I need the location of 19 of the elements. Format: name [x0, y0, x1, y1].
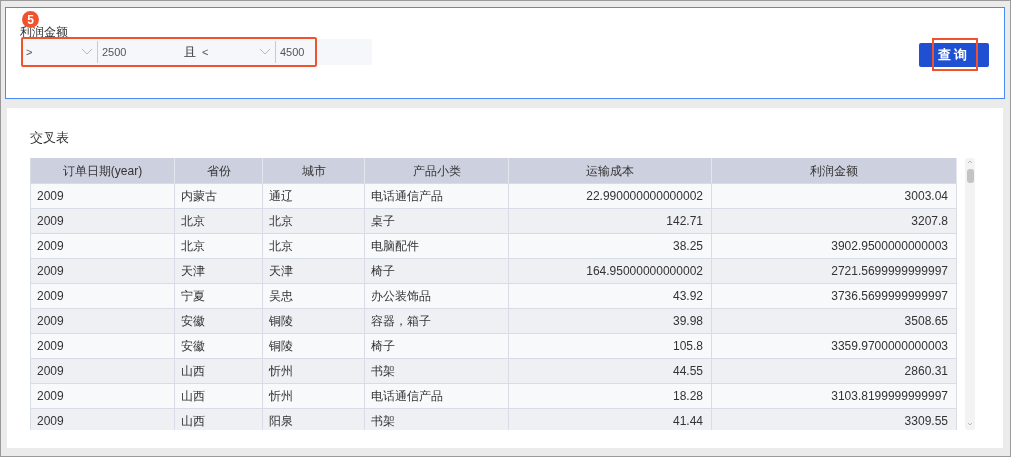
table-title: 交叉表 [30, 129, 70, 147]
scrollbar[interactable] [965, 158, 975, 430]
operator-select[interactable]: > [24, 41, 98, 63]
table-cell: 3309.55 [712, 409, 957, 430]
scroll-up-icon[interactable] [967, 160, 973, 164]
table-cell: 阳泉 [263, 409, 365, 430]
table-cell: 41.44 [509, 409, 712, 430]
chevron-down-icon [81, 48, 93, 56]
min-value-field[interactable]: 2500 [98, 41, 184, 63]
query-button[interactable]: 查询 [919, 43, 989, 67]
table-cell: 2009 [31, 409, 175, 430]
chevron-down-icon [259, 48, 271, 56]
max-value-field[interactable]: 4500 [276, 41, 311, 63]
scroll-down-icon[interactable] [967, 422, 973, 426]
operator-select[interactable]: < [200, 41, 276, 63]
joiner-text: 且 [184, 44, 197, 61]
table-cell: 书架 [365, 409, 509, 430]
table-cell: 山西 [175, 409, 263, 430]
scrollbar-thumb[interactable] [966, 169, 974, 183]
